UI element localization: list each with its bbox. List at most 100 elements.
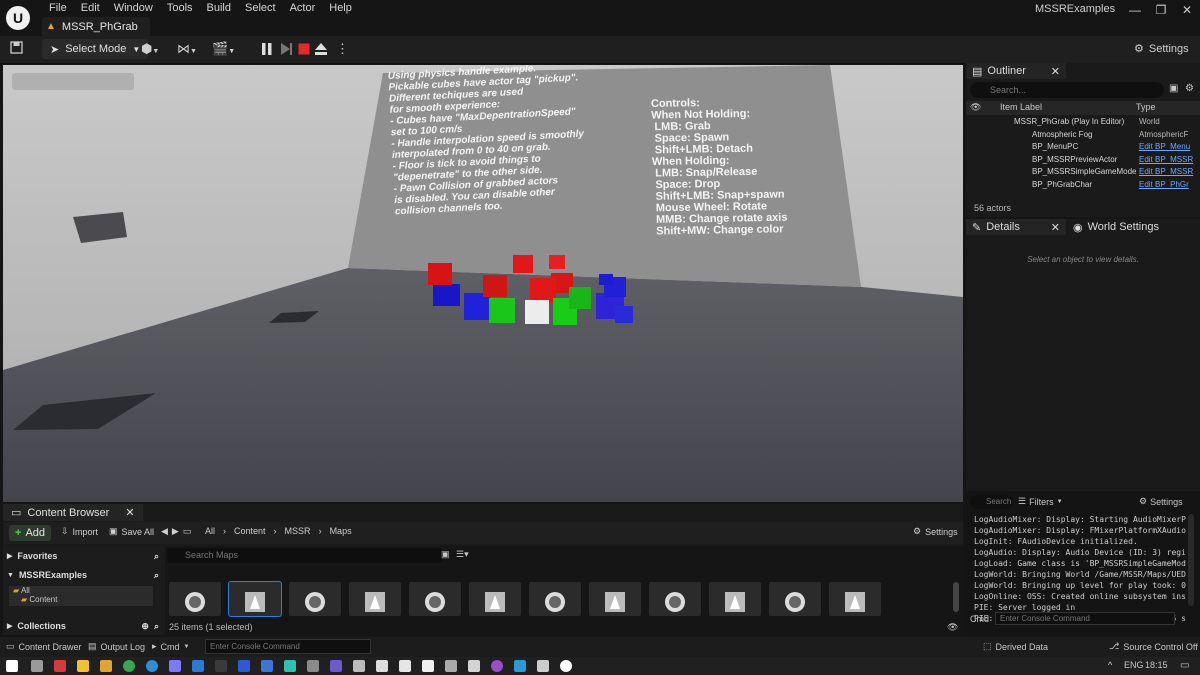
view-options-icon[interactable]: 👁	[947, 622, 958, 633]
console-input[interactable]: Enter Console Command	[205, 639, 371, 654]
map-search-input[interactable]: Search Maps	[167, 548, 442, 563]
outliner-row[interactable]: BP_MenuPC Edit BP_Menu	[966, 142, 1200, 154]
filters-dropdown[interactable]: ☰ Filters ▼	[1018, 496, 1063, 507]
col-item-label[interactable]: Item Label	[1000, 102, 1042, 112]
file-explorer-icon[interactable]	[77, 660, 89, 672]
breadcrumb-all[interactable]: All	[205, 526, 215, 536]
menu-help[interactable]: Help	[322, 2, 359, 14]
add-button[interactable]: + Add	[9, 525, 52, 541]
eye-icon[interactable]: 👁	[970, 102, 981, 113]
project-header[interactable]: ▼ MSSRExamples ⌕	[7, 567, 159, 583]
outliner-row[interactable]: Atmospheric Fog AtmosphericF	[966, 130, 1200, 142]
level-viewport[interactable]: Using physics handle example.Pickable cu…	[3, 65, 963, 502]
unity-icon[interactable]	[376, 660, 388, 672]
content-browser-tab[interactable]: ▭ Content Browser ✕	[3, 504, 143, 521]
windows-start-icon[interactable]	[6, 660, 18, 672]
app-icon[interactable]	[514, 660, 526, 672]
close-icon[interactable]: ✕	[1172, 0, 1200, 20]
eject-icon[interactable]	[314, 42, 328, 56]
maps-icon[interactable]	[445, 660, 457, 672]
clock[interactable]: 18:15	[1145, 660, 1168, 670]
app-icon[interactable]	[399, 660, 411, 672]
language-indicator[interactable]: ENG	[1124, 660, 1144, 670]
search-icon[interactable]: ⌕	[154, 551, 159, 562]
notifications-icon[interactable]: ▭	[1180, 660, 1189, 671]
asset-tile[interactable]	[169, 582, 221, 616]
stop-icon[interactable]	[297, 42, 311, 56]
skip-frame-icon[interactable]	[279, 42, 293, 56]
viewport-options-bar[interactable]	[12, 73, 134, 90]
unreal-logo-icon[interactable]: U	[6, 6, 30, 30]
source-control-button[interactable]: ⎇ Source Control Off	[1109, 641, 1198, 652]
menu-select[interactable]: Select	[238, 2, 283, 14]
app-icon[interactable]	[261, 660, 273, 672]
app-icon[interactable]	[491, 660, 503, 672]
task-view-icon[interactable]	[31, 660, 43, 672]
close-tab-icon[interactable]: ✕	[125, 506, 134, 519]
close-tab-icon[interactable]: ✕	[1051, 65, 1060, 78]
cinematics-icon[interactable]: 🎬▼	[212, 41, 235, 57]
breadcrumb-mssr[interactable]: MSSR	[285, 526, 311, 536]
details-tab[interactable]: ✎ Details ✕	[966, 219, 1066, 235]
unreal-taskbar-icon[interactable]	[560, 660, 572, 672]
outliner-row-type[interactable]: Edit BP_MSSR	[1139, 167, 1193, 176]
outliner-row[interactable]: BP_MSSRSimpleGameMode Edit BP_MSSR	[966, 167, 1200, 179]
app-icon[interactable]	[284, 660, 296, 672]
world-settings-tab[interactable]: ◉ World Settings	[1067, 219, 1177, 235]
outliner-row-type[interactable]: Edit BP_MSSR	[1139, 155, 1193, 164]
asset-tile[interactable]	[349, 582, 401, 616]
select-mode-dropdown[interactable]: ➤ Select Mode ▼	[42, 39, 149, 59]
app-icon[interactable]	[468, 660, 480, 672]
menu-actor[interactable]: Actor	[283, 2, 323, 14]
breadcrumb-content[interactable]: Content	[234, 526, 266, 536]
asset-tile[interactable]	[829, 582, 881, 616]
cb-settings-button[interactable]: ⚙ Settings	[913, 526, 958, 537]
asset-tile[interactable]	[649, 582, 701, 616]
log-settings-dropdown[interactable]: ⚙ Settings	[1139, 496, 1183, 507]
forward-icon[interactable]: ▶	[172, 526, 179, 537]
tree-item-all[interactable]: ▰ All	[9, 586, 153, 595]
asset-tile[interactable]	[709, 582, 761, 616]
add-collection-icon[interactable]: ⊕	[141, 621, 149, 632]
close-tab-icon[interactable]: ✕	[1051, 221, 1060, 234]
import-button[interactable]: ⇩ Import	[61, 526, 98, 537]
app-icon[interactable]	[307, 660, 319, 672]
derived-data-button[interactable]: ⬚ Derived Data	[983, 641, 1048, 652]
asset-tile[interactable]	[228, 581, 282, 617]
asset-tile[interactable]	[289, 582, 341, 616]
blueprint-icon[interactable]: ⋈▼	[177, 41, 197, 57]
outliner-row[interactable]: BP_MSSRPreviewActor Edit BP_MSSR	[966, 155, 1200, 167]
col-type[interactable]: Type	[1136, 102, 1156, 112]
menu-edit[interactable]: Edit	[74, 2, 107, 14]
app-icon[interactable]	[238, 660, 250, 672]
asset-tile[interactable]	[769, 582, 821, 616]
outliner-tab[interactable]: ▤ Outliner ✕	[966, 63, 1066, 79]
tray-arrow-icon[interactable]: ^	[1108, 660, 1112, 670]
add-folder-icon[interactable]: ▣	[1169, 83, 1178, 94]
search-icon[interactable]: ⌕	[154, 570, 159, 581]
content-drawer-button[interactable]: ▭ Content Drawer	[6, 641, 82, 652]
save-search-icon[interactable]: ▣	[441, 549, 450, 560]
outliner-search-input[interactable]: Search...	[970, 82, 1164, 98]
menu-file[interactable]: File	[42, 2, 74, 14]
outliner-row[interactable]: MSSR_PhGrab (Play In Editor) World	[966, 117, 1200, 129]
history-nav[interactable]: ◀ ▶ ▭	[161, 526, 191, 537]
edge-icon[interactable]	[146, 660, 158, 672]
chrome-icon[interactable]	[123, 660, 135, 672]
tree-item-content[interactable]: ▰ Content	[9, 595, 153, 604]
menu-build[interactable]: Build	[200, 2, 238, 14]
outliner-row-type[interactable]: Edit BP_Menu	[1139, 142, 1190, 151]
asset-tile[interactable]	[409, 582, 461, 616]
back-icon[interactable]: ◀	[161, 526, 168, 537]
breadcrumb-maps[interactable]: Maps	[330, 526, 352, 536]
level-tab[interactable]: ▲ MSSR_PhGrab	[42, 17, 150, 36]
app-icon[interactable]	[353, 660, 365, 672]
save-icon[interactable]	[10, 41, 23, 57]
cmd-dropdown[interactable]: ▸ Cmd ▼	[152, 641, 190, 652]
search-icon[interactable]: ⌕	[154, 621, 159, 632]
settings-button[interactable]: ⚙ Settings	[1134, 42, 1189, 56]
filter-icon[interactable]: ☰▾	[456, 549, 469, 560]
favorites-header[interactable]: ▶ Favorites ⌕	[7, 548, 159, 564]
log-scrollbar[interactable]	[1188, 514, 1194, 606]
asset-tile[interactable]	[469, 582, 521, 616]
